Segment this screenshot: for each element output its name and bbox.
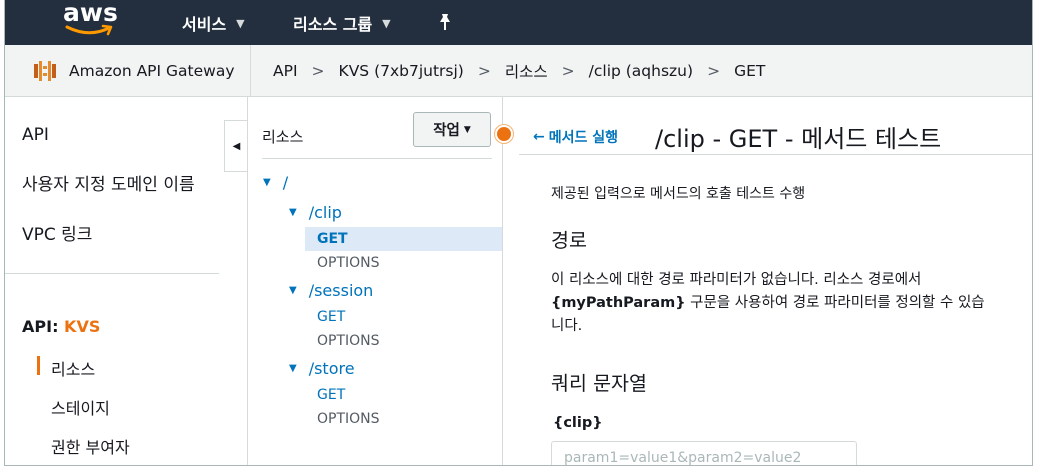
tree-node-session[interactable]: ▼ /session [289, 281, 373, 300]
services-menu[interactable]: 서비스 ▼ [182, 11, 245, 35]
breadcrumb-separator: > [311, 62, 325, 80]
expand-triangle-icon: ▼ [289, 207, 297, 218]
sidebar-item-api[interactable]: API [22, 125, 49, 145]
chevron-left-icon: ◀ [232, 140, 241, 152]
services-label: 서비스 [182, 15, 227, 34]
tree-method-store-get[interactable]: GET [317, 387, 345, 403]
api-name-heading: API: KVS [22, 317, 101, 336]
tree-method-store-options[interactable]: OPTIONS [317, 411, 380, 427]
resource-tree-panel: 리소스 작업 ▼ ▼ / ▼ /clip GET OPTIONS ▼ /sess… [248, 97, 503, 465]
breadcrumb-bar: Amazon API Gateway API > KVS (7xb7jutrsj… [5, 45, 1032, 97]
resource-groups-label: 리소스 그룹 [293, 15, 373, 34]
tree-node-clip[interactable]: ▼ /clip [289, 203, 342, 222]
top-navigation: aws 서비스 ▼ 리소스 그룹 ▼ [5, 0, 1032, 45]
sidebar-divider [5, 273, 219, 274]
breadcrumb-separator: > [561, 62, 575, 80]
tree-method-clip-options[interactable]: OPTIONS [317, 255, 380, 271]
method-test-panel: ← 메서드 실행 /clip - GET - 메서드 테스트 제공된 입력으로 … [503, 97, 1032, 465]
breadcrumb-item-clip[interactable]: /clip (aqhszu) [589, 62, 693, 80]
api-gateway-icon [34, 61, 56, 81]
clip-query-label: {clip} [553, 415, 603, 431]
aws-logo-text: aws [63, 0, 118, 27]
chevron-down-icon: ▼ [382, 16, 391, 30]
tree-method-session-options[interactable]: OPTIONS [317, 333, 380, 349]
breadcrumb: API > KVS (7xb7jutrsj) > 리소스 > /clip (aq… [273, 45, 765, 97]
intro-text: 제공된 입력으로 메서드의 호출 테스트 수행 [551, 186, 806, 202]
title-divider [519, 154, 1032, 155]
breadcrumb-separator: > [707, 62, 721, 80]
pin-icon[interactable] [437, 13, 453, 31]
collapse-sidebar-button[interactable]: ◀ [224, 120, 248, 172]
tree-node-store[interactable]: ▼ /store [289, 359, 355, 378]
aws-logo[interactable]: aws [61, 0, 121, 42]
tree-divider [262, 158, 492, 159]
path-description: 이 리소스에 대한 경로 파라미터가 없습니다. 리소스 경로에서 {myPat… [551, 272, 985, 334]
path-param-example: {myPathParam} [551, 295, 686, 311]
service-home-link[interactable]: Amazon API Gateway [5, 45, 251, 97]
expand-triangle-icon: ▼ [289, 363, 297, 374]
resource-groups-menu[interactable]: 리소스 그룹 ▼ [293, 11, 391, 35]
aws-smile-icon [65, 24, 113, 36]
actions-button[interactable]: 작업 ▼ [413, 112, 491, 147]
clip-query-input[interactable] [551, 441, 857, 465]
sidebar-item-authorizers[interactable]: 권한 부여자 [51, 434, 130, 458]
chevron-down-icon: ▼ [236, 16, 245, 30]
active-indicator [37, 356, 40, 375]
api-name: KVS [64, 317, 101, 336]
expand-triangle-icon: ▼ [263, 177, 271, 188]
service-name: Amazon API Gateway [69, 62, 235, 80]
app-frame: aws 서비스 ▼ 리소스 그룹 ▼ Amazon API Gateway AP… [4, 0, 1033, 466]
resource-tree-title: 리소스 [262, 128, 304, 146]
breadcrumb-item-kvs[interactable]: KVS (7xb7jutrsj) [339, 62, 464, 80]
breadcrumb-item-get: GET [734, 62, 766, 80]
sidebar-item-custom-domains[interactable]: 사용자 지정 도메인 이름 [22, 170, 195, 195]
path-heading: 경로 [551, 229, 587, 252]
sidebar-item-vpc-links[interactable]: VPC 링크 [22, 220, 92, 245]
chevron-down-icon: ▼ [463, 124, 471, 135]
tree-method-clip-get[interactable]: GET [317, 231, 348, 247]
breadcrumb-separator: > [477, 62, 491, 80]
sidebar-item-stages[interactable]: 스테이지 [51, 395, 110, 419]
actions-label: 작업 [433, 123, 460, 139]
arrow-left-icon: ← [533, 129, 545, 145]
breadcrumb-item-resources[interactable]: 리소스 [505, 60, 548, 82]
back-to-method-execution-link[interactable]: ← 메서드 실행 [533, 127, 618, 147]
breadcrumb-item-api[interactable]: API [273, 62, 298, 80]
query-string-heading: 쿼리 문자열 [551, 372, 647, 395]
sidebar-item-resources[interactable]: 리소스 [51, 356, 95, 380]
page-title: /clip - GET - 메서드 테스트 [655, 125, 942, 153]
sidebar: API 사용자 지정 도메인 이름 VPC 링크 API: KVS 리소스 스테… [5, 97, 224, 465]
expand-triangle-icon: ▼ [289, 285, 297, 296]
tree-node-root[interactable]: ▼ / [263, 173, 288, 192]
tree-method-session-get[interactable]: GET [317, 309, 345, 325]
